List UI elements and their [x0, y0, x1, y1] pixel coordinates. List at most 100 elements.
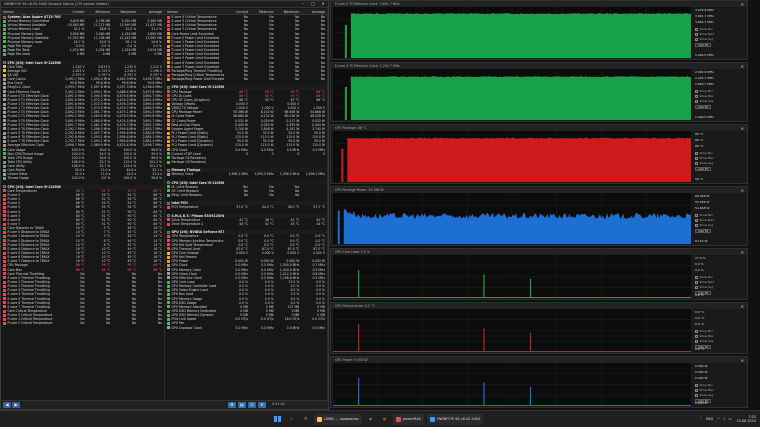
show-min-checkbox[interactable]: Show Min — [695, 89, 713, 93]
edge-icon[interactable]: ◉ — [365, 414, 376, 425]
show-min-checkbox[interactable]: Show Min — [695, 213, 713, 217]
graph-window[interactable]: CPU Package: 86 °C ✕ 95 °C 86 °C 86 °C Show M… — [330, 124, 748, 184]
sensor-row[interactable]: Package/Ring Power Limit Exceeded No No No N… — [165, 77, 327, 81]
sensor-list-left: System: Acer Aspire A715-76G Virtual Memo… — [1, 15, 164, 326]
show-avg-checkbox[interactable]: Show Avg — [695, 339, 713, 343]
header-sensor[interactable]: Sensor — [1, 10, 61, 14]
show-avg-checkbox[interactable]: Show Avg — [695, 99, 713, 103]
pct-sensor-icon — [167, 152, 170, 156]
show-avg-checkbox[interactable]: Show Avg — [695, 285, 713, 289]
close-icon[interactable]: ✕ — [741, 188, 744, 193]
graph-window[interactable]: P-core 0 T0 Effective Clock: 3,891.7 MHz… — [330, 0, 748, 60]
temp-sensor-icon — [167, 73, 170, 77]
close-icon[interactable]: ✕ — [741, 64, 744, 69]
show-max-checkbox[interactable]: Show Max — [695, 280, 714, 284]
show-min-checkbox[interactable]: Show Min — [695, 275, 713, 279]
sensor-column-left[interactable]: Sensor Current Minimum Maximum Average S… — [1, 9, 165, 402]
maximum-value: No — [295, 193, 300, 198]
clock[interactable]: 7:31 23.08.2024 — [737, 415, 756, 423]
current-value: 0 — [245, 151, 248, 156]
header-minimum[interactable]: Minimum — [250, 10, 276, 14]
sensor-row[interactable]: Memory Clock 1,596.1 MHz 1,595.9 MHz 1,596.… — [165, 172, 327, 176]
average-value: 0 — [323, 151, 325, 156]
wifi-icon[interactable]: ◠ — [717, 417, 720, 421]
auto-fit-button[interactable]: Auto Fit — [695, 229, 711, 233]
task-view-icon[interactable]: ❐ — [300, 414, 311, 425]
header-maximum[interactable]: Maximum — [276, 10, 302, 14]
start-button[interactable] — [272, 414, 283, 425]
minimize-button[interactable]: – — [298, 1, 308, 7]
show-avg-checkbox[interactable]: Show Avg — [695, 37, 713, 41]
battery-icon[interactable]: ▭ — [728, 417, 731, 421]
pct-sensor-icon — [3, 160, 6, 164]
settings-icon[interactable]: ⚙ — [228, 402, 236, 408]
close-icon[interactable]: ✕ — [741, 2, 744, 7]
layout-icon[interactable]: ▤ — [238, 402, 246, 408]
graph-window[interactable]: GPU Core Load: 0.0 % ✕ 17.0 % 0.0 % 0.0 % Sho… — [330, 248, 748, 300]
language-indicator[interactable]: ENG — [706, 417, 713, 421]
sensor-row[interactable]: Thread Usage 100.0 % 0.0 % 100.0 % 96.8 % — [1, 176, 164, 180]
current-value: 100.0 % — [71, 176, 85, 181]
temp-sensor-icon — [3, 247, 6, 251]
sensor-column-right[interactable]: Sensor Current Minimum Maximum Average E… — [165, 9, 328, 402]
show-avg-checkbox[interactable]: Show Avg — [695, 393, 713, 397]
close-button[interactable]: ✕ — [318, 1, 328, 7]
show-min-checkbox[interactable]: Show Min — [695, 329, 713, 333]
auto-fit-button[interactable]: Auto Fit — [695, 43, 711, 47]
header-average[interactable]: Average — [138, 10, 164, 14]
header-current[interactable]: Current — [224, 10, 250, 14]
pwr-sensor-icon — [167, 127, 170, 131]
taskbar-app-explorer[interactable]: LDMD — проводник — [314, 413, 362, 425]
chevron-up-icon[interactable]: ˄ — [700, 417, 702, 421]
auto-fit-button[interactable]: Auto Fit — [695, 105, 711, 109]
minimum-value: 0.0 % — [101, 176, 111, 181]
maximize-button[interactable]: □ — [308, 1, 318, 7]
auto-fit-button[interactable]: Auto Fit — [695, 167, 711, 171]
reset-icon[interactable]: ⊡ — [248, 402, 256, 408]
close-sensors-icon[interactable]: ✕ — [258, 402, 266, 408]
header-current[interactable]: Current — [61, 10, 87, 14]
close-icon[interactable]: ✕ — [741, 250, 744, 255]
sensor-row[interactable]: Page File Used 0 MB 0 MB 0 MB 0 MB — [1, 52, 164, 56]
pwr-sensor-icon — [167, 32, 170, 36]
show-max-checkbox[interactable]: Show Max — [695, 334, 714, 338]
temp-sensor-icon — [3, 218, 6, 222]
collapse-left-button[interactable]: ◀ — [3, 402, 11, 408]
clk-sensor-icon — [3, 77, 6, 81]
clk-sensor-icon — [3, 172, 6, 176]
sensor-row[interactable]: GPU Crossbar Clock 0.0 MHz 0.0 MHz 0.0 MHz 0… — [165, 326, 327, 330]
show-avg-checkbox[interactable]: Show Avg — [695, 161, 713, 165]
sensor-row[interactable]: PCH Temperature 57.0 °C 44.0 °C 58.0 °C 57.1… — [165, 205, 327, 209]
show-min-checkbox[interactable]: Show Min — [695, 383, 713, 387]
graph-window[interactable]: CPU Package Power: 55.566 W ✕ 66.658 W 55.5… — [330, 186, 748, 246]
sensor-row[interactable]: P-core 2 Critical Temperature No No No No — [1, 321, 164, 325]
close-icon[interactable]: ✕ — [741, 304, 744, 309]
header-minimum[interactable]: Minimum — [86, 10, 112, 14]
volume-icon[interactable]: ♪ — [723, 417, 725, 421]
sensor-row[interactable]: Drive Temperature 2 44 °C 42 °C 45 °C 44 °C — [165, 222, 327, 226]
sensor-graph-panel: P-core 0 T0 Effective Clock: 3,891.7 MHz… — [330, 0, 760, 410]
graph-window[interactable]: GPU Temperature: 0.0 °C ✕ 0.0 °C 0.0 °C 0.0 … — [330, 302, 748, 354]
graph-current-value: 55.566 W — [695, 200, 710, 204]
header-average[interactable]: Average — [301, 10, 327, 14]
header-maximum[interactable]: Maximum — [112, 10, 138, 14]
taskbar-app-hwinfo[interactable]: HWiNFO® 64 v8.00-5400 — [426, 413, 484, 425]
header-sensor[interactable]: Sensor — [165, 10, 224, 14]
close-icon[interactable]: ✕ — [741, 126, 744, 131]
show-max-checkbox[interactable]: Show Max — [695, 156, 714, 160]
graph-window[interactable]: GPU Power: 0.000 W ✕ 0.000 W 0.000 W 0.000 W… — [330, 356, 748, 408]
show-avg-checkbox[interactable]: Show Avg — [695, 223, 713, 227]
expand-right-button[interactable]: ▶ — [12, 402, 20, 408]
close-icon[interactable]: ✕ — [741, 358, 744, 363]
show-max-checkbox[interactable]: Show Max — [695, 94, 714, 98]
taskbar-app-powermax[interactable]: powerMAX — [392, 413, 424, 425]
show-max-checkbox[interactable]: Show Max — [695, 388, 714, 392]
average-value: 44 °C — [316, 222, 325, 227]
search-icon[interactable]: ⌕ — [286, 414, 297, 425]
graph-window[interactable]: E-core 4 T0 Effective Clock: 2,292.7 MHz… — [330, 62, 748, 122]
show-min-checkbox[interactable]: Show Min — [695, 151, 713, 155]
chrome-icon[interactable]: ◍ — [379, 414, 390, 425]
show-max-checkbox[interactable]: Show Max — [695, 32, 714, 36]
show-max-checkbox[interactable]: Show Max — [695, 218, 714, 222]
show-min-checkbox[interactable]: Show Min — [695, 27, 713, 31]
